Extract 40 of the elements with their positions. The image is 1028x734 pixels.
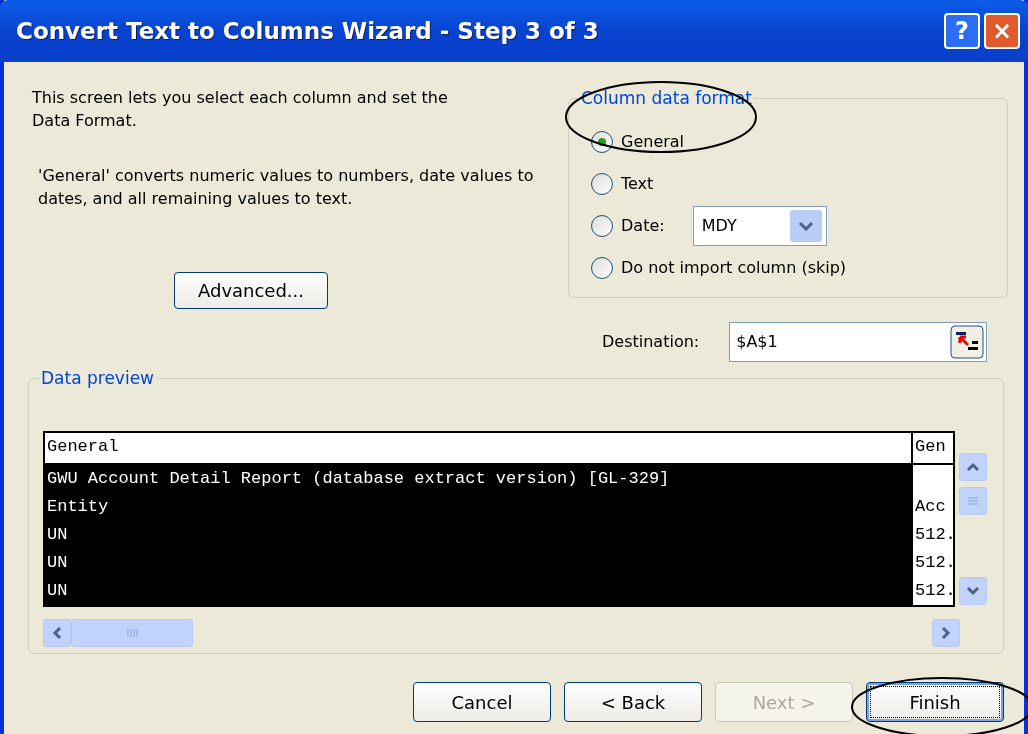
dropdown-value: MDY	[701, 215, 737, 237]
column-header[interactable]: Gen	[913, 433, 954, 465]
radio-button[interactable]	[591, 257, 613, 279]
table-cell: GWU Account Detail Report (database extract version) [GL-329]	[45, 465, 911, 493]
window-title: Convert Text to Columns Wizard - Step 3 of 3	[16, 16, 600, 46]
date-format-dropdown[interactable]: MDY	[692, 206, 827, 246]
table-cell: Entity	[45, 493, 911, 521]
option-label: Text	[621, 173, 654, 195]
option-label: General	[621, 131, 685, 153]
table-cell: UN	[45, 577, 911, 605]
table-cell: UN	[45, 521, 911, 549]
table-cell-text: 512.	[914, 552, 954, 574]
dialog-button[interactable]: < Back	[564, 682, 702, 722]
scroll-thumb[interactable]	[71, 619, 193, 647]
destination-field[interactable]: $A$1	[729, 322, 988, 362]
advanced-button[interactable]: Advanced...	[174, 272, 328, 309]
scroll-left-icon[interactable]	[43, 619, 71, 647]
horizontal-scrollbar[interactable]	[43, 617, 960, 649]
table-cell-text: 512.	[914, 580, 954, 602]
close-button[interactable]: ×	[984, 13, 1020, 49]
dialog-button[interactable]: Cancel	[413, 682, 551, 722]
scroll-up-icon[interactable]	[959, 453, 988, 481]
help-button[interactable]: ?	[944, 13, 980, 49]
option-label: Date:	[621, 215, 665, 237]
radio-button[interactable]	[591, 173, 613, 195]
scroll-thumb[interactable]	[959, 487, 988, 515]
table-cell: UN	[45, 549, 911, 577]
table-cell-text: Acc	[914, 496, 947, 518]
option-label: Do not import column (skip)	[621, 257, 847, 279]
range-picker-icon[interactable]	[950, 325, 985, 359]
radio-button[interactable]	[591, 131, 613, 153]
table-cell-text: 512.	[914, 524, 954, 546]
field-value: $A$1	[736, 331, 778, 353]
scroll-down-icon[interactable]	[959, 577, 988, 605]
intro-text: This screen lets you select each column and set the Data Format.	[32, 87, 449, 132]
scroll-right-icon[interactable]	[932, 619, 960, 647]
radio-button[interactable]	[591, 215, 613, 237]
description-text: 'General' converts numeric values to numbers, date values to dates, and all remaining values to text.	[38, 165, 534, 210]
dialog-button[interactable]: Finish	[866, 682, 1004, 722]
destination-label: Destination:	[602, 331, 700, 353]
